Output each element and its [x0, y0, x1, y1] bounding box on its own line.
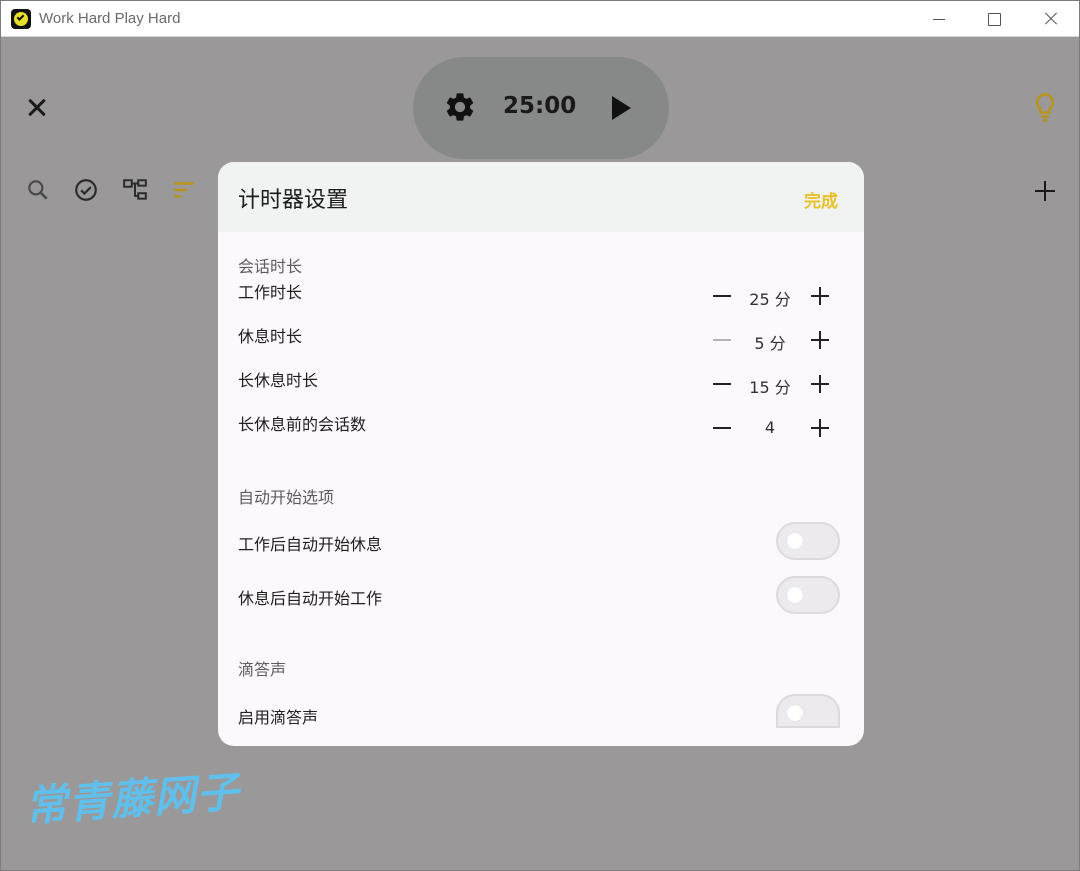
long-break-duration-label: 长休息时长 [238, 371, 319, 390]
app-window: Work Hard Play Hard 25:00 计时器设置 完成 会话时长 … [0, 0, 1080, 871]
increase-work-duration-button[interactable] [806, 282, 834, 310]
sessions-before-long-break-label: 长休息前的会话数 [238, 415, 367, 434]
auto-start-work-toggle[interactable] [776, 576, 840, 614]
break-duration-label: 休息时长 [238, 327, 303, 346]
timer-settings-dialog: 计时器设置 完成 会话时长 工作时长 25 分 休息时长 5 分 长休息时长 1… [218, 162, 864, 746]
increase-sessions-button[interactable] [806, 414, 834, 442]
sessions-before-long-break-stepper: 4 [708, 414, 834, 442]
title-bar: Work Hard Play Hard [1, 1, 1079, 37]
auto-start-work-label: 休息后自动开始工作 [238, 589, 383, 608]
decrease-long-break-duration-button[interactable] [708, 374, 736, 394]
gear-icon[interactable] [443, 90, 477, 124]
work-duration-label: 工作时长 [238, 283, 303, 302]
window-close-button[interactable] [1023, 1, 1079, 37]
decrease-work-duration-button[interactable] [708, 286, 736, 306]
minimize-button[interactable] [911, 1, 967, 37]
sessions-before-long-break-value: 4 [764, 418, 776, 437]
done-button[interactable]: 完成 [804, 187, 838, 212]
work-duration-value: 25 分 [749, 290, 791, 309]
watermark: 常青藤网子 [23, 767, 242, 832]
timer-control: 25:00 [413, 57, 669, 159]
play-icon[interactable] [612, 96, 631, 120]
long-break-duration-stepper: 15 分 [708, 370, 834, 398]
increase-break-duration-button[interactable] [806, 326, 834, 354]
sort-icon[interactable] [171, 177, 197, 203]
break-duration-value: 5 分 [754, 334, 786, 353]
window-title: Work Hard Play Hard [39, 10, 181, 27]
search-icon[interactable] [25, 177, 51, 203]
hierarchy-icon[interactable] [122, 177, 148, 203]
enable-tick-label: 启用滴答声 [238, 708, 319, 727]
lightbulb-icon[interactable] [1031, 91, 1059, 125]
section-title-autostart: 自动开始选项 [238, 488, 335, 507]
decrease-break-duration-button[interactable] [708, 330, 736, 350]
dialog-header: 计时器设置 完成 [218, 162, 864, 232]
auto-start-break-label: 工作后自动开始休息 [238, 535, 383, 554]
check-circle-icon[interactable] [73, 177, 99, 203]
section-title-tick: 滴答声 [238, 660, 287, 679]
increase-long-break-duration-button[interactable] [806, 370, 834, 398]
enable-tick-toggle[interactable] [776, 694, 840, 728]
section-title-session: 会话时长 [238, 257, 303, 276]
auto-start-break-toggle[interactable] [776, 522, 840, 560]
work-duration-stepper: 25 分 [708, 282, 834, 310]
maximize-button[interactable] [967, 1, 1023, 37]
app-logo-icon [11, 9, 31, 29]
add-icon[interactable] [1033, 179, 1057, 203]
long-break-duration-value: 15 分 [749, 378, 791, 397]
dialog-title: 计时器设置 [238, 188, 349, 213]
decrease-sessions-button[interactable] [708, 418, 736, 438]
close-icon[interactable] [25, 95, 49, 119]
timer-display: 25:00 [503, 93, 577, 119]
break-duration-stepper: 5 分 [708, 326, 834, 354]
